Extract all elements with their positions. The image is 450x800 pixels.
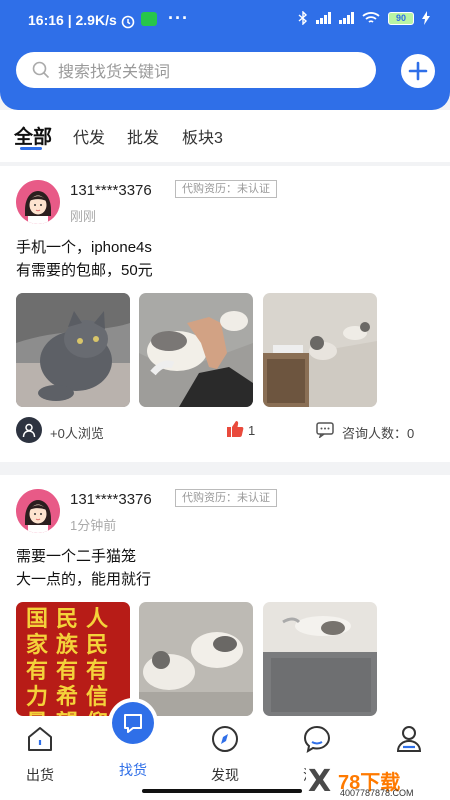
like-count: 1	[248, 423, 256, 438]
post-photo-cat-hand[interactable]	[139, 293, 253, 407]
search-icon	[32, 61, 50, 79]
poster-char: 信	[85, 684, 108, 710]
signal-icon	[316, 12, 331, 24]
watermark-url: 4007787878.COM	[340, 788, 414, 798]
search-input[interactable]: 搜索找货关键词	[16, 52, 376, 88]
poster-char: 希	[55, 684, 78, 710]
nav-discover-label: 发现	[211, 767, 239, 783]
active-tab-indicator	[20, 147, 42, 150]
find-goods-button[interactable]	[112, 702, 154, 744]
battery-icon: 90	[388, 11, 414, 25]
poster-char: 家	[25, 632, 48, 658]
tab-dropship[interactable]: 代发	[73, 124, 105, 148]
header: 16:16 | 2.9K/s ··· 90 搜索找货关键词	[0, 0, 450, 110]
watermark-x-icon: X	[308, 764, 332, 799]
wechat-icon	[141, 12, 157, 26]
post-content-line: 需要一个二手猫笼	[16, 548, 137, 565]
avatar[interactable]	[16, 180, 60, 224]
poster-char: 有	[85, 658, 108, 684]
watermark-logo: X 78下载 4007787878.COM	[306, 764, 450, 800]
poster-char: 力	[25, 684, 48, 710]
chat-bubble-icon	[124, 714, 142, 733]
post-content: 手机一个，iphone4s 有需要的包邮，50元	[16, 236, 153, 282]
home-icon	[28, 727, 52, 751]
tab-section3[interactable]: 板块3	[182, 124, 223, 148]
post-card[interactable]: 131****3376 代购资历：未认证 1分钟前 需要一个二手猫笼 大一点的，…	[0, 475, 450, 720]
plus-icon	[408, 61, 428, 81]
avatar-girl-icon	[16, 489, 60, 533]
avatar-girl-icon	[16, 180, 60, 224]
username: 131****3376	[70, 491, 152, 508]
post-card[interactable]: 131****3376 代购资历：未认证 刚刚 手机一个，iphone4s 有需…	[0, 166, 450, 462]
chat-icon[interactable]	[316, 422, 334, 438]
view-count: +0人浏览	[50, 426, 104, 441]
avatar[interactable]	[16, 489, 60, 533]
message-icon	[303, 725, 331, 754]
post-photo-cat-room[interactable]	[263, 293, 377, 407]
search-placeholder: 搜索找货关键词	[58, 64, 171, 81]
poster-char: 人	[85, 606, 108, 632]
bluetooth-icon	[298, 11, 308, 25]
status-bar: 16:16 | 2.9K/s ··· 90	[0, 8, 450, 34]
poster-text: 国民人家族民有有有力希信量望仰	[22, 606, 118, 716]
user-icon	[16, 417, 42, 443]
charging-icon	[422, 11, 430, 25]
post-photo-cat-blanket[interactable]	[263, 602, 377, 716]
thumbs-up-icon[interactable]	[226, 420, 244, 438]
post-photo-cats-floor[interactable]	[139, 602, 253, 716]
post-content-line: 手机一个，iphone4s	[16, 239, 152, 256]
add-post-button[interactable]	[401, 54, 435, 88]
post-photo-cat-grey[interactable]	[16, 293, 130, 407]
poster-char: 有	[55, 658, 78, 684]
wifi-icon	[362, 12, 380, 23]
post-content: 需要一个二手猫笼 大一点的，能用就行	[16, 545, 151, 591]
nav-find-label: 找货	[119, 762, 147, 778]
poster-char: 族	[55, 632, 78, 658]
poster-char: 国	[25, 606, 48, 632]
signal-hd-icon	[339, 12, 354, 24]
person-icon	[396, 726, 422, 752]
username: 131****3376	[70, 182, 152, 199]
more-dots-icon: ···	[168, 8, 189, 28]
nav-discover[interactable]: 发现	[195, 724, 255, 785]
status-time: 16:16 | 2.9K/s	[28, 12, 117, 28]
nav-ship-label: 出货	[26, 767, 54, 783]
post-content-line: 有需要的包邮，50元	[16, 262, 153, 279]
tab-wholesale[interactable]: 批发	[127, 124, 159, 148]
poster-char: 民	[85, 632, 108, 658]
status-icons: 90	[298, 11, 430, 25]
post-content-line: 大一点的，能用就行	[16, 571, 152, 588]
nav-ship[interactable]: 出货	[10, 724, 70, 785]
tab-all[interactable]: 全部	[14, 122, 52, 149]
poster-char: 有	[25, 658, 48, 684]
post-time: 刚刚	[70, 209, 97, 224]
compass-icon	[212, 726, 238, 752]
post-time: 1分钟前	[70, 518, 117, 533]
poster-char: 民	[55, 606, 78, 632]
home-indicator	[142, 789, 302, 793]
qualification-badge: 代购资历：未认证	[175, 180, 277, 198]
category-tabs: 全部 代发 批发 板块3	[0, 110, 450, 162]
post-photo-poster[interactable]: 国民人家族民有有有力希信量望仰	[16, 602, 130, 716]
qualification-badge: 代购资历：未认证	[175, 489, 277, 507]
alarm-icon	[121, 15, 135, 29]
post-stats: +0人浏览 1 咨询人数：0	[0, 417, 450, 447]
consult-count: 咨询人数：0	[342, 426, 415, 441]
